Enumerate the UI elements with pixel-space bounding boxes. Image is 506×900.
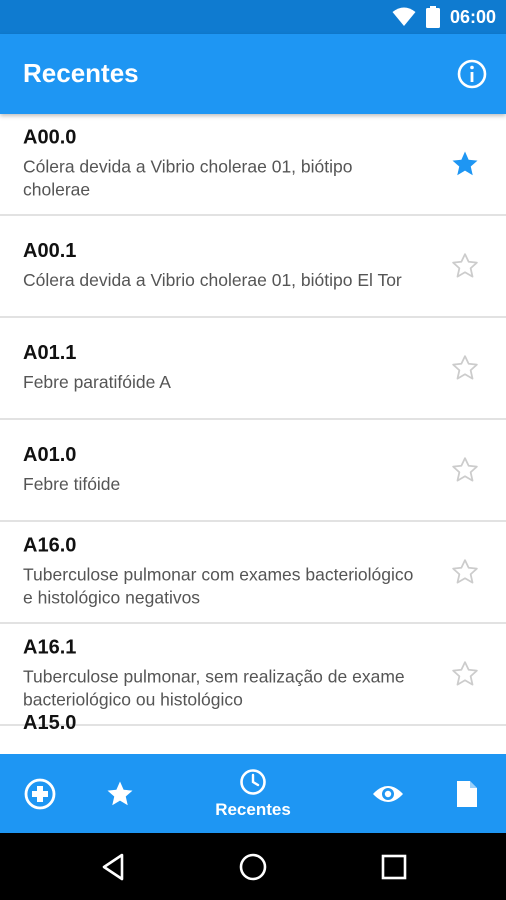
star-filled-icon[interactable] (450, 149, 480, 179)
nav-item-label: Recentes (215, 799, 291, 819)
list-item-code: A16.0 (23, 534, 77, 557)
list-item-description: Febre tifóide (23, 474, 121, 494)
star-outline-icon[interactable] (450, 557, 480, 587)
list-item-text: A16.0 Tuberculose pulmonar com exames ba… (23, 535, 416, 610)
app-bar: Recentes (0, 34, 506, 114)
list-item-text: A00.0 Cólera devida a Vibrio cholerae 01… (23, 127, 416, 202)
wifi-icon (392, 7, 416, 26)
battery-icon (425, 6, 440, 28)
recent-list: A00.0 Cólera devida a Vibrio cholerae 01… (0, 114, 506, 754)
list-item-code: A00.1 (23, 240, 77, 262)
star-outline-icon[interactable] (450, 353, 480, 383)
list-item[interactable]: A16.0 Tuberculose pulmonar com exames ba… (0, 522, 506, 624)
document-icon (457, 780, 477, 807)
nav-item-viewed[interactable] (368, 754, 408, 833)
list-item-text: A16.1 Tuberculose pulmonar, sem realizaç… (23, 637, 416, 712)
eye-icon (373, 785, 403, 802)
page-title: Recentes (23, 58, 139, 88)
list-item[interactable]: A00.1 Cólera devida a Vibrio cholerae 01… (0, 216, 506, 318)
list-item-description: Cólera devida a Vibrio cholerae 01, biót… (23, 156, 353, 200)
nav-item-favorites[interactable] (100, 754, 140, 833)
clock-icon (240, 768, 266, 795)
list-item-code: A01.0 (23, 444, 77, 466)
list-item-description: Tuberculose pulmonar com exames bacterio… (23, 564, 414, 608)
recents-icon[interactable] (378, 851, 410, 883)
status-time: 06:00 (449, 6, 496, 27)
list-item[interactable]: A15.0 (0, 712, 506, 754)
list-item-code: A15.0 (23, 712, 77, 734)
bottom-nav: Recentes (0, 754, 506, 833)
system-nav-bar (0, 833, 506, 900)
nav-item-medical[interactable] (20, 754, 60, 833)
list-item-text: A01.0 Febre tifóide (23, 444, 416, 496)
nav-item-documents[interactable] (447, 754, 487, 833)
list-item-text: A01.1 Febre paratifóide A (23, 342, 416, 394)
status-icons: 06:00 (392, 0, 496, 34)
list-item-description: Cólera devida a Vibrio cholerae 01, biót… (23, 270, 402, 290)
nav-item-recentes[interactable]: Recentes (203, 754, 303, 833)
list-item[interactable]: A00.0 Cólera devida a Vibrio cholerae 01… (0, 114, 506, 216)
list-item-code: A01.1 (23, 342, 77, 364)
list-item[interactable]: A01.1 Febre paratifóide A (0, 318, 506, 420)
status-bar: 06:00 (0, 0, 506, 34)
list-item-text: A00.1 Cólera devida a Vibrio cholerae 01… (23, 240, 416, 292)
star-icon (107, 781, 133, 805)
list-item-code: A16.1 (23, 636, 77, 659)
list-item-description: Tuberculose pulmonar, sem realização de … (23, 666, 405, 710)
info-icon[interactable] (456, 58, 488, 90)
star-outline-icon[interactable] (450, 251, 480, 281)
star-outline-icon[interactable] (450, 455, 480, 485)
list-item-code: A00.0 (23, 126, 77, 149)
medical-cross-icon (24, 778, 56, 809)
list-item[interactable]: A16.1 Tuberculose pulmonar, sem realizaç… (0, 624, 506, 726)
list-item-description: Febre paratifóide A (23, 372, 171, 392)
back-icon[interactable] (98, 851, 130, 883)
home-icon[interactable] (237, 851, 269, 883)
list-item[interactable]: A01.0 Febre tifóide (0, 420, 506, 522)
star-outline-icon[interactable] (450, 659, 480, 689)
